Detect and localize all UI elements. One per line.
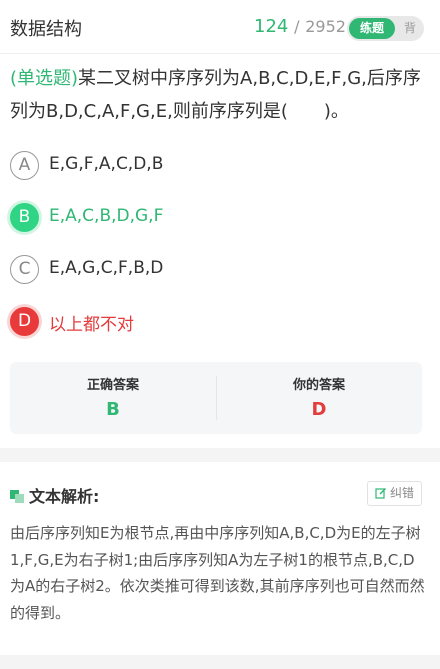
option-text: E,A,C,B,D,G,F [49,206,164,226]
option-letter-badge: D [10,307,39,336]
mode-toggle[interactable]: 练题 背 [347,16,424,41]
analysis-icon [10,486,24,503]
section-divider [0,448,440,462]
your-answer-label: 你的答案 [292,378,345,393]
analysis-title: 文本解析: [29,487,100,506]
question-stem: (单选题)某二叉树中序序列为A,B,C,D,E,F,G,后序序列为B,D,C,A… [10,62,430,128]
report-error-button[interactable]: 纠错 [367,481,422,506]
correct-answer-label: 正确答案 [86,378,139,393]
option-text: E,G,F,A,C,D,B [49,154,164,174]
option-a[interactable]: A E,G,F,A,C,D,B [10,151,430,181]
option-text: 以上都不对 [49,315,134,335]
option-text: E,A,G,C,F,B,D [49,258,164,278]
report-error-label: 纠错 [390,486,415,500]
answer-summary: 正确答案 B 你的答案 D [10,362,422,434]
counter-separator: / [294,17,300,36]
option-letter-badge: B [10,203,39,232]
edit-icon [375,488,386,499]
option-letter-badge: A [10,151,39,180]
option-c[interactable]: C E,A,G,C,F,B,D [10,255,430,285]
your-answer-value: D [311,399,327,420]
question-type: (单选题) [10,68,79,89]
current-index: 124 [254,16,289,37]
question-counter: 124 / 2952 [254,16,346,37]
correct-answer-box: 正确答案 B [10,362,216,434]
option-b[interactable]: B E,A,C,B,D,G,F [10,203,430,233]
option-d[interactable]: D 以上都不对 [10,307,430,337]
option-letter-badge: C [10,255,39,284]
mode-memorize[interactable]: 背 [399,18,421,39]
bottom-divider [0,655,440,669]
your-answer-box: 你的答案 D [216,362,422,434]
analysis-text: 由后序序列知E为根节点,再由中序序列知A,B,C,D为E的左子树1,F,G,E为… [10,524,425,622]
subject-title: 数据结构 [10,19,82,40]
total-count: 2952 [305,17,346,36]
top-bar: 数据结构 124 / 2952 练题 背 [0,0,440,54]
correct-answer-value: B [106,399,120,420]
mode-practice[interactable]: 练题 [349,18,395,39]
